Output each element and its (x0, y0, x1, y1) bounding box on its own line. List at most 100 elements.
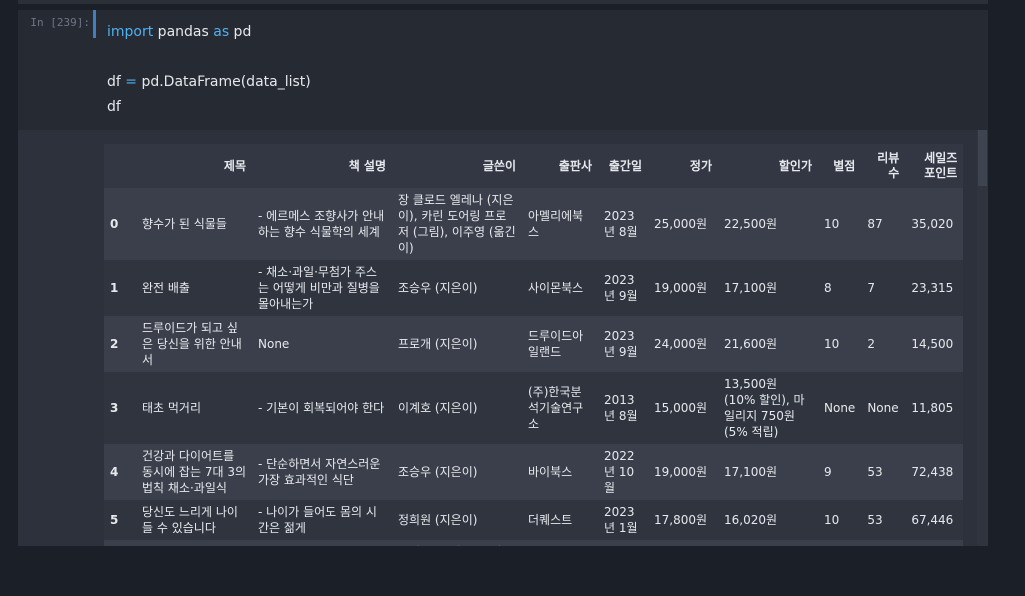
column-header: 별점 (818, 144, 862, 188)
table-cell: 53 (861, 500, 906, 540)
table-cell: 87 (861, 188, 906, 260)
table-cell: 2023년 9월 (598, 540, 648, 546)
row-index: 5 (104, 500, 136, 540)
output-scrollbar[interactable] (977, 130, 988, 546)
table-cell: 10 (818, 500, 862, 540)
table-cell: 아멜리에북스 (522, 188, 598, 260)
table-cell: 더퀘스트 (522, 500, 598, 540)
table-cell: 2023년 8월 (598, 188, 648, 260)
table-cell: 16,020원 (718, 500, 818, 540)
code-editor[interactable]: import pandas as pd df = pd.DataFrame(dat… (107, 20, 311, 120)
table-row: 4 건강과 다이어트를 동시에 잡는 7대 3의 법칙 채소·과일식 - 단순하면서… (104, 444, 964, 500)
table-cell: 건강과 다이어트를 동시에 잡는 7대 3의 법칙 채소·과일식 (136, 444, 252, 500)
cell-prompt: In [239]: (30, 16, 90, 29)
table-cell: The Champion 2023-2024 : 유럽축구 가이드북 (136, 540, 252, 546)
table-row: 1 완전 배출 - 채소·과일·무첨가 주스는 어떻게 비만과 질병을 몰아내는가 조… (104, 260, 964, 316)
table-cell: 정희원 (지은이) (392, 500, 522, 540)
table-cell: - 에르메스 조향사가 안내하는 향수 식물학의 세계 (252, 188, 392, 260)
table-cell: 2022년 10월 (598, 444, 648, 500)
table-cell: 향수가 된 식물들 (136, 188, 252, 260)
table-cell: - 단순하면서 자연스러운 가장 효과적인 식단 (252, 444, 392, 500)
table-cell: 19,000원 (648, 260, 718, 316)
table-cell: 맥스미디어 (522, 540, 598, 546)
table-cell: 24,000원 (648, 316, 718, 372)
table-cell: 29,700원 (718, 540, 818, 546)
table-cell: 15,000원 (648, 372, 718, 444)
table-cell: None (861, 372, 906, 444)
table-row: 2 드루이드가 되고 싶은 당신을 위한 안내서 None 프로개 (지은이) 드루이드… (104, 316, 964, 372)
table-cell: 조승우 (지은이) (392, 444, 522, 500)
active-cell-indicator (93, 10, 96, 38)
table-cell: 10 (818, 316, 862, 372)
table-cell: - 기본이 회복되어야 한다 (252, 372, 392, 444)
table-cell: 35,020 (905, 188, 964, 260)
table-cell: 21,600원 (718, 316, 818, 372)
table-cell: 장 클로드 엘레나 (지은이), 카린 도어링 프로저 (그림), 이주영 (옮… (392, 188, 522, 260)
table-cell: 72,438 (905, 444, 964, 500)
table-cell: 바이북스 (522, 444, 598, 500)
row-index: 6 (104, 540, 136, 546)
code-line[interactable]: df (107, 95, 311, 120)
table-cell: None (861, 540, 906, 546)
table-cell: 7 (861, 260, 906, 316)
column-header: 출판사 (522, 144, 598, 188)
column-header: 세일즈 포인트 (905, 144, 964, 188)
code-line[interactable]: df = pd.DataFrame(data_list) (107, 70, 311, 95)
table-cell: 당신도 느리게 나이들 수 있습니다 (136, 500, 252, 540)
code-token: pd (229, 24, 252, 40)
column-header (104, 144, 136, 188)
table-cell: 2023년 9월 (598, 316, 648, 372)
table-cell: 9 (818, 444, 862, 500)
table-cell: 67,446 (905, 500, 964, 540)
table-cell: 드루이드가 되고 싶은 당신을 위한 안내서 (136, 316, 252, 372)
table-cell: 22,500원 (718, 188, 818, 260)
table-cell: 14,500 (905, 316, 964, 372)
table-row: 3 태초 먹거리 - 기본이 회복되어야 한다 이계호 (지은이) (주)한국분석기술연… (104, 372, 964, 444)
table-cell: 13,500원 (10% 할인), 마일리지 750원 (5% 적립) (718, 372, 818, 444)
table-cell: 송영주, 김현민, 이건, 한준, 김정용 (지은이), 한준희 (감수) (392, 540, 522, 546)
column-header: 정가 (648, 144, 718, 188)
table-cell: 25,000원 (648, 188, 718, 260)
code-keyword: import (107, 24, 154, 40)
table-cell: 2023년 9월 (598, 260, 648, 316)
table-cell: 8 (818, 260, 862, 316)
table-row: 5 당신도 느리게 나이들 수 있습니다 - 나이가 들어도 몸의 시간은 젊게 정희… (104, 500, 964, 540)
row-index: 2 (104, 316, 136, 372)
table-cell: 2 (861, 316, 906, 372)
table-cell: 2013년 8월 (598, 372, 648, 444)
table-cell: (주)한국분석기술연구소 (522, 372, 598, 444)
table-header-row: 제목 책 설명 글쓴이 출판사 출간일 정가 할인가 별점 리뷰 수 세일즈 포인트 (104, 144, 964, 188)
table-cell: 8,640 (905, 540, 964, 546)
code-token: df (107, 99, 121, 115)
table-cell: - 나이가 들어도 몸의 시간은 젊게 (252, 500, 392, 540)
column-header: 출간일 (598, 144, 648, 188)
table-row: 6The Champion 2023-2024 : 유럽축구 가이드북The C… (104, 540, 964, 546)
code-line[interactable] (107, 45, 311, 70)
column-header: 글쓴이 (392, 144, 522, 188)
table-cell: 2023년 1월 (598, 500, 648, 540)
table-cell: 11,805 (905, 372, 964, 444)
table-cell: 23,315 (905, 260, 964, 316)
cell-output: 제목 책 설명 글쓴이 출판사 출간일 정가 할인가 별점 리뷰 수 세일즈 포인트 0 향수가 된… (18, 130, 988, 546)
notebook-cell[interactable]: In [239]: import pandas as pd df = pd.Dat… (18, 10, 988, 546)
code-token: pandas (153, 24, 214, 40)
table-cell: 33,000원 (648, 540, 718, 546)
table-cell: 태초 먹거리 (136, 372, 252, 444)
code-keyword: as (213, 24, 230, 40)
table-cell: 이계호 (지은이) (392, 372, 522, 444)
column-header: 리뷰 수 (861, 144, 906, 188)
table-cell: None (818, 540, 862, 546)
code-line[interactable]: import pandas as pd (107, 20, 311, 45)
table-cell: 프로개 (지은이) (392, 316, 522, 372)
column-header: 제목 (136, 144, 252, 188)
table-cell: None (252, 316, 392, 372)
table-cell: 조승우 (지은이) (392, 260, 522, 316)
table-row: 0 향수가 된 식물들 - 에르메스 조향사가 안내하는 향수 식물학의 세계 장 클… (104, 188, 964, 260)
row-index: 4 (104, 444, 136, 500)
table-cell: 17,100원 (718, 444, 818, 500)
table-cell: 드루이드아일랜드 (522, 316, 598, 372)
code-token: df (107, 74, 126, 90)
scrollbar-thumb[interactable] (978, 130, 987, 186)
table-cell: - 채소·과일·무첨가 주스는 어떻게 비만과 질병을 몰아내는가 (252, 260, 392, 316)
column-header: 책 설명 (252, 144, 392, 188)
